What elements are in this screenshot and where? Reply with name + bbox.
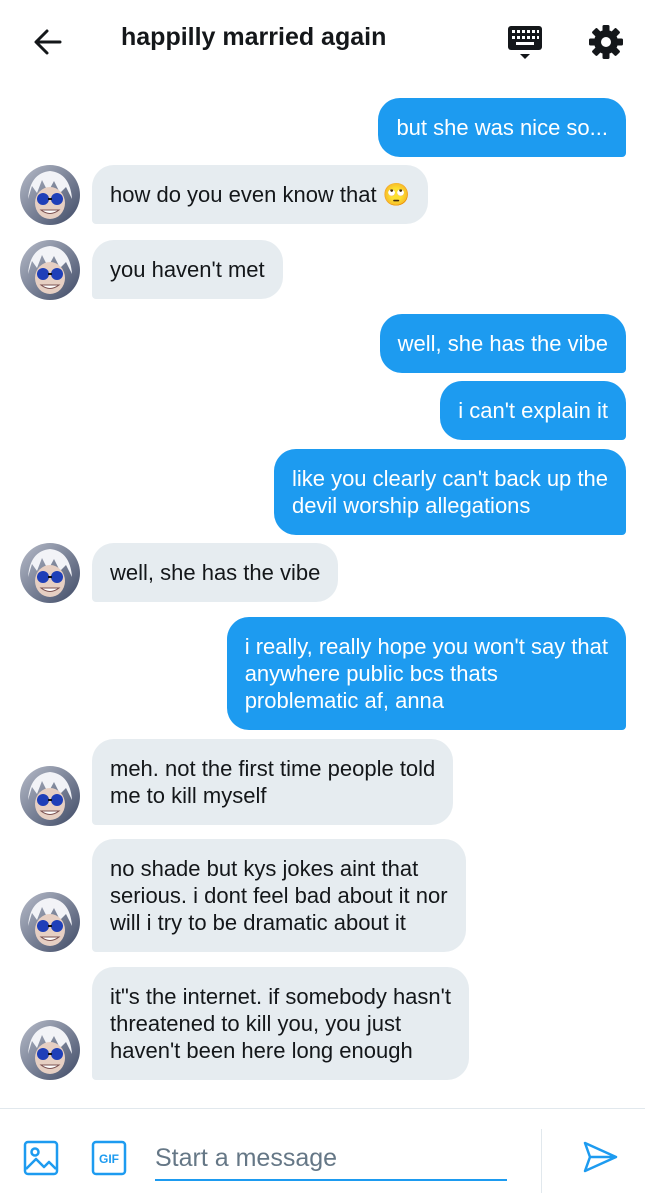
send-icon	[583, 1141, 618, 1173]
composer-divider	[541, 1129, 542, 1193]
message-text: well, she has the vibe	[110, 560, 321, 585]
gif-icon: GIF	[91, 1140, 127, 1176]
image-icon	[23, 1140, 59, 1176]
message-text: will i try to be dramatic about it	[110, 910, 406, 935]
message-text: how do you even know that 🙄	[110, 182, 411, 207]
keyboard-icon	[508, 26, 542, 59]
message-text: haven't been here long enough	[110, 1038, 413, 1063]
message-text: threatened to kill you, you just	[110, 1011, 402, 1036]
message-text: problematic af, anna	[244, 688, 445, 713]
message-text: but she was nice so...	[396, 115, 608, 140]
outgoing-message[interactable]: like you clearly can't back up the devil…	[273, 449, 626, 535]
conversation-header: happilly married again	[0, 0, 645, 82]
outgoing-message[interactable]: but she was nice so...	[378, 98, 626, 157]
avatar[interactable]	[20, 165, 80, 225]
incoming-message[interactable]: no shade but kys jokes aint that serious…	[92, 839, 466, 952]
incoming-message[interactable]: it"s the internet. if somebody hasn't th…	[92, 967, 469, 1080]
incoming-message[interactable]: how do you even know that 🙄	[92, 165, 429, 224]
message-text: anywhere public bcs thats	[244, 661, 498, 686]
add-image-button[interactable]	[22, 1139, 60, 1177]
gif-label: GIF	[99, 1152, 119, 1166]
message-text: it"s the internet. if somebody hasn't	[110, 984, 451, 1009]
avatar[interactable]	[20, 240, 80, 300]
avatar-image	[20, 165, 80, 225]
avatar[interactable]	[20, 766, 80, 826]
conversation-title: happilly married again	[121, 23, 387, 51]
avatar-image	[20, 1020, 80, 1080]
arrow-left-icon	[34, 29, 62, 55]
message-text: i really, really hope you won't say that	[244, 634, 608, 659]
message-text: devil worship allegations	[291, 493, 531, 518]
message-text: you haven't met	[110, 257, 265, 282]
outgoing-message[interactable]: i can't explain it	[440, 381, 626, 440]
add-gif-button[interactable]: GIF	[90, 1139, 128, 1177]
avatar[interactable]	[20, 543, 80, 603]
incoming-message[interactable]: you haven't met	[92, 240, 283, 299]
message-text: no shade but kys jokes aint that	[110, 856, 419, 881]
send-button[interactable]	[580, 1137, 620, 1177]
message-composer: GIF	[0, 1108, 645, 1200]
message-input[interactable]	[155, 1137, 507, 1181]
message-text: meh. not the first time people told	[110, 756, 436, 781]
incoming-message[interactable]: meh. not the first time people told me t…	[92, 739, 454, 825]
avatar[interactable]	[20, 892, 80, 952]
message-text: i can't explain it	[458, 398, 608, 423]
message-text: like you clearly can't back up the	[291, 466, 608, 491]
outgoing-message[interactable]: i really, really hope you won't say that…	[226, 617, 626, 730]
avatar-image	[20, 892, 80, 952]
incoming-message[interactable]: well, she has the vibe	[92, 543, 339, 602]
message-text: well, she has the vibe	[397, 331, 608, 356]
avatar-image	[20, 766, 80, 826]
avatar-image	[20, 240, 80, 300]
gear-icon	[589, 25, 623, 59]
message-text: me to kill myself	[110, 783, 267, 808]
avatar-image	[20, 543, 80, 603]
outgoing-message[interactable]: well, she has the vibe	[379, 314, 626, 373]
back-button[interactable]	[28, 22, 68, 62]
message-text: serious. i dont feel bad about it nor	[110, 883, 448, 908]
avatar[interactable]	[20, 1020, 80, 1080]
settings-button[interactable]	[586, 22, 626, 62]
keyboard-button[interactable]	[504, 22, 546, 64]
